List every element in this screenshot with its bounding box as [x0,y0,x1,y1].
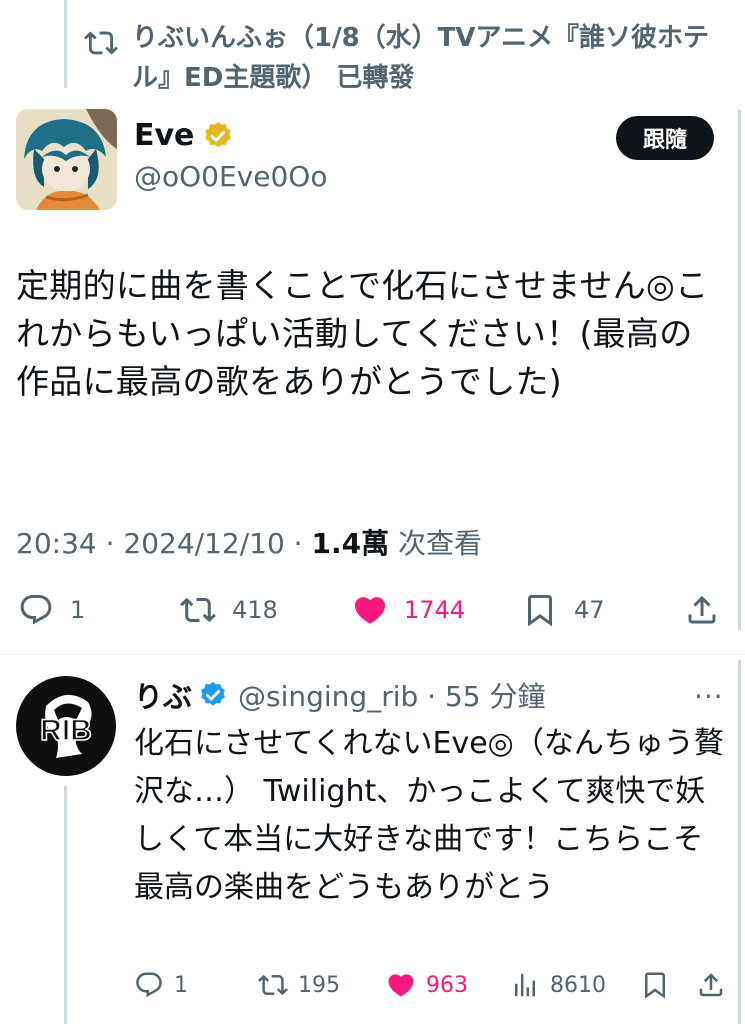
tweet-text: 定期的に曲を書くことで化石にさせません◎これからもいっぱい活動してください！(最… [16,266,709,401]
avatar-text: RIB [40,714,92,747]
like-button[interactable]: 1744 [352,592,465,628]
share-icon [699,973,723,997]
eve-avatar-image [16,109,117,210]
scroll-edge [738,660,741,1024]
reply-text: 化石にさせてくれないEve◎（なんちゅう贅沢な…） Twilight、かっこよく… [134,726,724,905]
handle[interactable]: @oO0Eve0Oo [134,160,327,193]
reply-icon [20,595,52,625]
tweet-actions: 1 418 1744 47 [18,592,722,638]
display-name[interactable]: Eve [134,118,194,153]
reply-like-button[interactable]: 963 [386,970,468,1000]
reply-like-count: 963 [426,972,468,998]
reply-reply-button[interactable]: 1 [134,970,188,1000]
retweet-count: 418 [232,596,278,624]
reply-reply-count: 1 [174,972,188,998]
tweet-timestamp[interactable]: 20:34 · 2024/12/10 · [16,527,311,560]
bookmark-button[interactable]: 47 [522,592,605,628]
reply-button[interactable]: 1 [18,592,85,628]
retweet-icon [84,31,118,55]
more-icon[interactable]: ··· [694,680,724,713]
verified-gold-icon[interactable] [202,120,234,152]
share-button[interactable] [684,592,736,628]
retweet-button[interactable]: 418 [180,592,278,628]
retweet-header-text: りぶいんふぉ（1/8（水）TVアニメ『誰ソ彼ホテル』ED主題歌） 已轉發 [132,23,710,93]
retweet-header[interactable]: りぶいんふぉ（1/8（水）TVアニメ『誰ソ彼ホテル』ED主題歌） 已轉發 [84,18,724,98]
views-label: 次查看 [389,527,482,560]
reply-icon [136,972,162,998]
reply-retweet-count: 195 [298,972,340,998]
follow-button[interactable]: 跟隨 [616,116,714,160]
bookmark-icon [645,972,665,999]
scroll-edge [738,110,741,630]
thread-line [64,786,67,1024]
verified-blue-icon[interactable] [198,680,228,710]
reply-handle-time[interactable]: @singing_rib · 55 分鐘 [238,675,545,715]
heart-icon [354,597,386,624]
reply-bookmark-button[interactable] [640,970,680,1000]
reply-display-name[interactable]: りぶ [134,674,192,716]
heart-icon [388,974,414,997]
avatar[interactable] [16,109,117,210]
retweet-icon [258,974,288,996]
reply-actions: 1 195 963 8610 [134,970,734,1006]
bookmark-count: 47 [574,596,605,624]
views-count: 1.4萬 [311,527,390,560]
reply-avatar[interactable]: RIB [16,676,116,776]
reply-count: 1 [70,596,86,624]
reply-share-button[interactable] [696,970,736,1000]
like-count: 1744 [404,596,466,624]
views-icon [515,973,535,997]
rib-avatar-image: RIB [16,676,116,776]
bookmark-icon [528,595,552,627]
divider [0,654,745,655]
tweet-meta: 20:34 · 2024/12/10 · 1.4萬 次查看 [16,522,482,562]
retweet-icon [180,597,216,623]
thread-line [64,0,67,88]
share-icon [688,595,716,624]
reply-views-button[interactable]: 8610 [510,970,606,1000]
reply-views-count: 8610 [550,972,606,998]
reply-retweet-button[interactable]: 195 [258,970,340,1000]
